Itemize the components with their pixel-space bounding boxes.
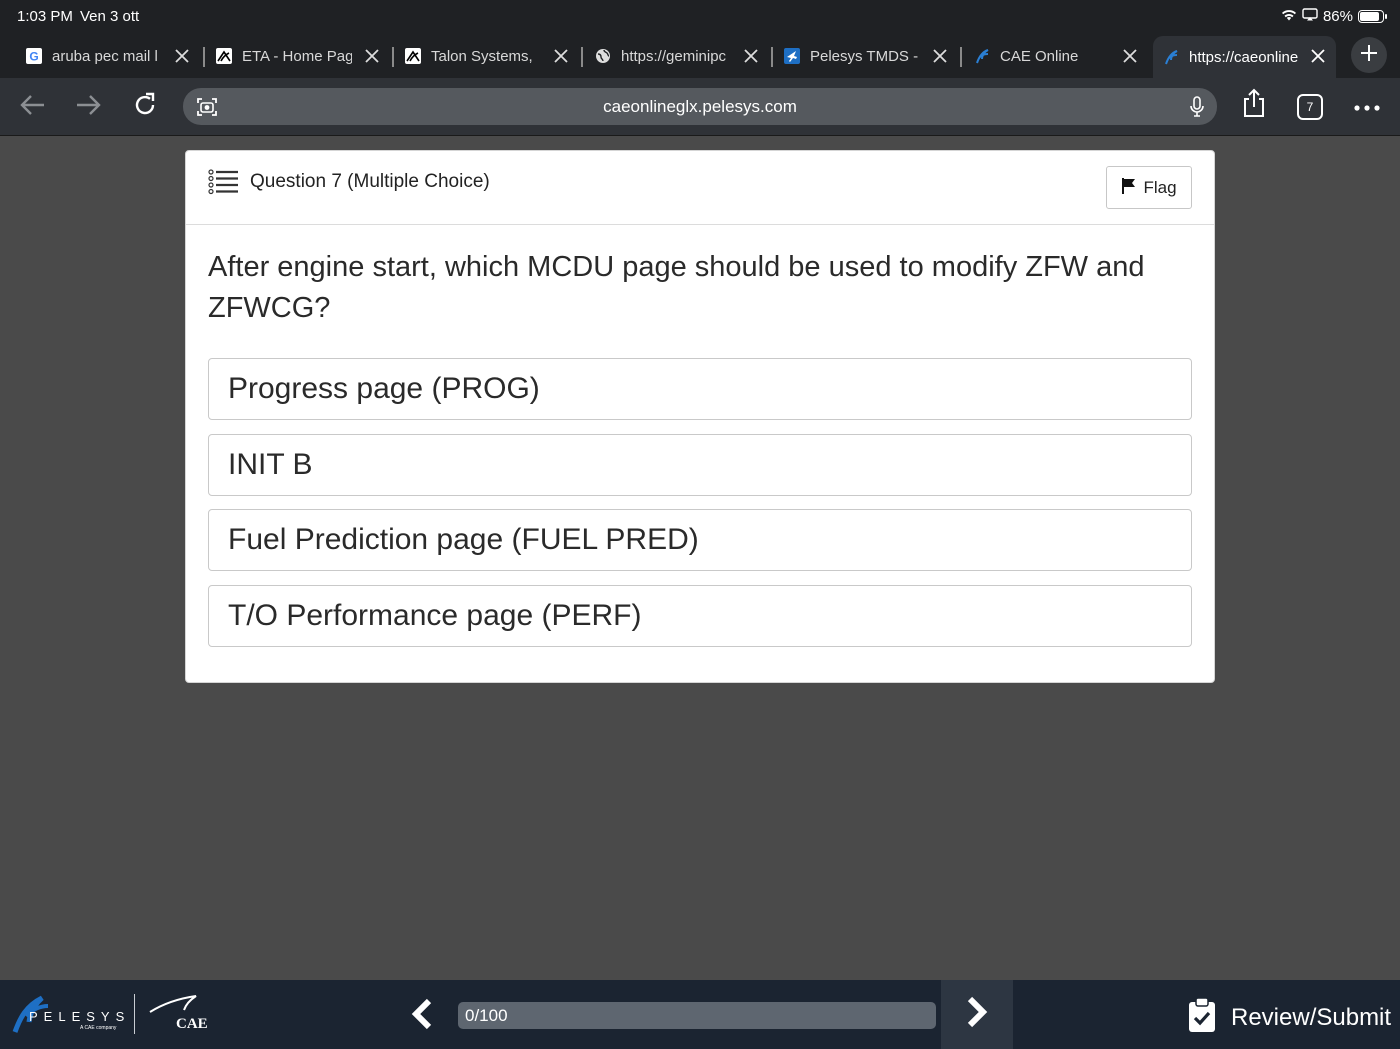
cae-logo: CAE — [148, 994, 210, 1034]
tab-title: Pelesys TMDS - — [810, 47, 919, 65]
chevron-right-icon — [965, 996, 989, 1033]
tab-title: Talon Systems, — [431, 47, 533, 65]
close-icon[interactable] — [551, 46, 571, 66]
tab-separator — [581, 47, 583, 67]
wifi-icon — [1281, 8, 1297, 25]
flag-label: Flag — [1143, 177, 1177, 197]
tab-title: CAE Online — [1000, 47, 1079, 65]
close-icon[interactable] — [1120, 46, 1140, 66]
answer-option[interactable]: Progress page (PROG) — [208, 358, 1192, 420]
tab-bar: G aruba pec mail l ETA - Home Pag Talon … — [0, 33, 1400, 78]
previous-question-button[interactable] — [400, 994, 444, 1038]
battery-percent: 86% — [1322, 8, 1353, 25]
pelesys-logo-text: PELESYS — [29, 1009, 131, 1024]
review-submit-button[interactable]: Review/Submit — [1187, 997, 1391, 1038]
address-bar[interactable]: caeonlineglx.pelesys.com — [183, 88, 1217, 125]
tab-talon[interactable]: Talon Systems, — [405, 36, 571, 76]
tab-separator — [771, 47, 773, 67]
talon-icon — [405, 48, 421, 64]
status-bar: 1:03 PM Ven 3 ott 86% — [0, 0, 1400, 33]
close-icon[interactable] — [930, 46, 950, 66]
logo-divider — [134, 994, 135, 1034]
tab-gemini[interactable]: https://geminipc — [595, 36, 761, 76]
question-list-icon[interactable] — [208, 168, 238, 196]
tab-title: ETA - Home Pag — [242, 47, 352, 65]
reload-button[interactable] — [130, 92, 160, 122]
plus-icon — [1360, 44, 1378, 67]
microphone-icon[interactable] — [1189, 96, 1205, 123]
progress-bar: 0/100 — [458, 1002, 936, 1029]
browser-toolbar: caeonlineglx.pelesys.com 7 — [0, 78, 1400, 136]
tab-title: https://geminipc — [621, 47, 727, 65]
close-icon[interactable] — [741, 46, 761, 66]
review-submit-label: Review/Submit — [1231, 1003, 1392, 1031]
more-dots-icon — [1354, 98, 1380, 116]
tab-cae-online[interactable]: CAE Online — [974, 36, 1140, 76]
close-icon[interactable] — [1308, 46, 1328, 66]
flag-button[interactable]: Flag — [1106, 166, 1192, 209]
status-indicators: 86% — [1281, 8, 1387, 25]
tab-separator — [960, 47, 962, 67]
airplane-icon — [784, 48, 800, 64]
url-text: caeonlineglx.pelesys.com — [603, 97, 797, 116]
eta-icon — [216, 48, 232, 64]
forward-button[interactable] — [74, 92, 104, 122]
tab-count: 7 — [1306, 100, 1314, 114]
back-arrow-icon — [18, 93, 46, 122]
clipboard-check-icon — [1187, 997, 1217, 1038]
globe-icon — [595, 48, 611, 64]
new-tab-button[interactable] — [1351, 37, 1387, 73]
reload-icon — [132, 92, 158, 123]
google-icon: G — [26, 48, 42, 64]
question-header: Question 7 (Multiple Choice) Flag — [186, 151, 1214, 225]
tab-title: https://caeonline — [1189, 48, 1299, 66]
answer-option[interactable]: T/O Performance page (PERF) — [208, 585, 1192, 647]
pelesys-icon — [974, 48, 990, 64]
tab-eta[interactable]: ETA - Home Pag — [216, 36, 382, 76]
screen-mirror-icon — [1302, 8, 1318, 25]
more-button[interactable] — [1352, 92, 1382, 122]
progress-text: 0/100 — [465, 1006, 508, 1025]
tab-caeonline-active[interactable]: https://caeonline — [1153, 36, 1336, 78]
tab-overview-button[interactable]: 7 — [1295, 92, 1325, 122]
next-question-button[interactable] — [941, 980, 1013, 1049]
status-time: 1:03 PM — [17, 8, 73, 25]
chevron-left-icon — [410, 998, 434, 1035]
tab-aruba[interactable]: G aruba pec mail l — [26, 36, 192, 76]
share-icon — [1241, 88, 1267, 123]
answer-option[interactable]: INIT B — [208, 434, 1192, 496]
forward-arrow-icon — [75, 93, 103, 122]
close-icon[interactable] — [172, 46, 192, 66]
tab-title: aruba pec mail l — [52, 47, 158, 65]
cae-logo-text: CAE — [176, 1016, 208, 1032]
flag-icon — [1121, 177, 1137, 199]
quiz-footer: PELESYS A CAE company CAE 0/100 Review/S… — [0, 980, 1400, 1049]
svg-text:G: G — [29, 50, 38, 64]
pelesys-tagline: A CAE company — [80, 1025, 117, 1031]
battery-icon — [1358, 10, 1387, 23]
pelesys-icon — [1163, 49, 1179, 65]
tab-pelesys-tmds[interactable]: Pelesys TMDS - — [784, 36, 950, 76]
share-button[interactable] — [1239, 88, 1269, 123]
question-text: After engine start, which MCDU page shou… — [208, 251, 1145, 324]
back-button[interactable] — [17, 92, 47, 122]
tab-separator — [392, 47, 394, 67]
pelesys-logo: PELESYS A CAE company — [12, 994, 127, 1036]
tab-separator — [203, 47, 205, 67]
question-title: Question 7 (Multiple Choice) — [250, 171, 490, 192]
question-card: Question 7 (Multiple Choice) Flag After … — [185, 150, 1215, 683]
status-date: Ven 3 ott — [80, 8, 140, 25]
answer-option[interactable]: Fuel Prediction page (FUEL PRED) — [208, 509, 1192, 571]
close-icon[interactable] — [362, 46, 382, 66]
